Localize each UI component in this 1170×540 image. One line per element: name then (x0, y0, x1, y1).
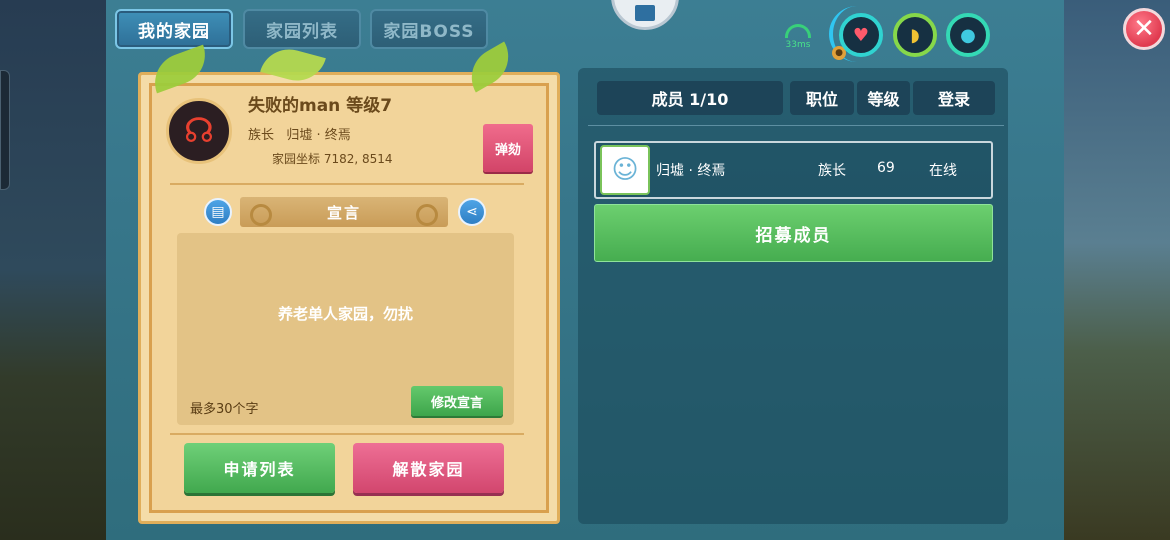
ping-value: 33ms (785, 40, 811, 50)
member-role: 族长 (818, 163, 846, 179)
water-drop-icon: ● (946, 13, 990, 57)
divider (170, 433, 524, 435)
network-ping: 33ms (780, 24, 816, 56)
top-emblem-icon (611, 0, 679, 30)
side-drawer-handle[interactable] (0, 70, 10, 190)
login-header[interactable]: 登录 (913, 81, 995, 115)
background-left (0, 0, 106, 540)
position-header[interactable]: 职位 (790, 81, 854, 115)
tab-my-home[interactable]: 我的家园 (115, 9, 233, 49)
signal-icon (785, 24, 811, 38)
heart-icon: ♥ (839, 13, 883, 57)
background-right (1064, 0, 1170, 540)
octopus-icon: ☊ (183, 111, 215, 151)
impeach-button[interactable]: 弹劾 (483, 124, 533, 172)
edit-declaration-button[interactable]: 修改宣言 (411, 386, 503, 416)
hunger-icon: ◗ (893, 13, 937, 57)
notepad-icon[interactable]: ▤ (204, 198, 232, 226)
share-icon[interactable]: ⋖ (458, 198, 486, 226)
member-status: 在线 (929, 163, 957, 179)
divider (588, 125, 1004, 126)
members-panel (578, 68, 1008, 524)
recruit-member-button[interactable]: 招募成员 (594, 204, 993, 262)
home-coordinates: 家园坐标 7182, 8514 (272, 152, 393, 166)
home-name-level: 失败的man 等级7 (248, 96, 393, 116)
member-name: 归墟 · 终焉 (656, 163, 726, 179)
level-header[interactable]: 等级 (857, 81, 910, 115)
close-icon: ✕ (1133, 14, 1155, 44)
dissolve-home-button[interactable]: 解散家园 (353, 443, 504, 493)
member-level: 69 (877, 160, 895, 176)
declaration-text: 养老单人家园，勿扰 (277, 305, 413, 323)
declaration-limit: 最多30个字 (190, 402, 259, 417)
home-owner: 族长 归墟 · 终焉 (248, 128, 351, 143)
member-avatar: ☺ (600, 145, 650, 195)
tab-home-list[interactable]: 家园列表 (243, 9, 361, 49)
home-avatar: ☊ (166, 98, 232, 164)
apply-list-button[interactable]: 申请列表 (184, 443, 335, 493)
character-icon: ☺ (611, 155, 639, 185)
member-count-header: 成员 1/10 (597, 81, 783, 115)
close-button[interactable]: ✕ (1123, 8, 1165, 50)
divider (170, 183, 524, 185)
declaration-title: 宣言 (240, 197, 448, 227)
tab-home-boss[interactable]: 家园BOSS (370, 9, 488, 49)
